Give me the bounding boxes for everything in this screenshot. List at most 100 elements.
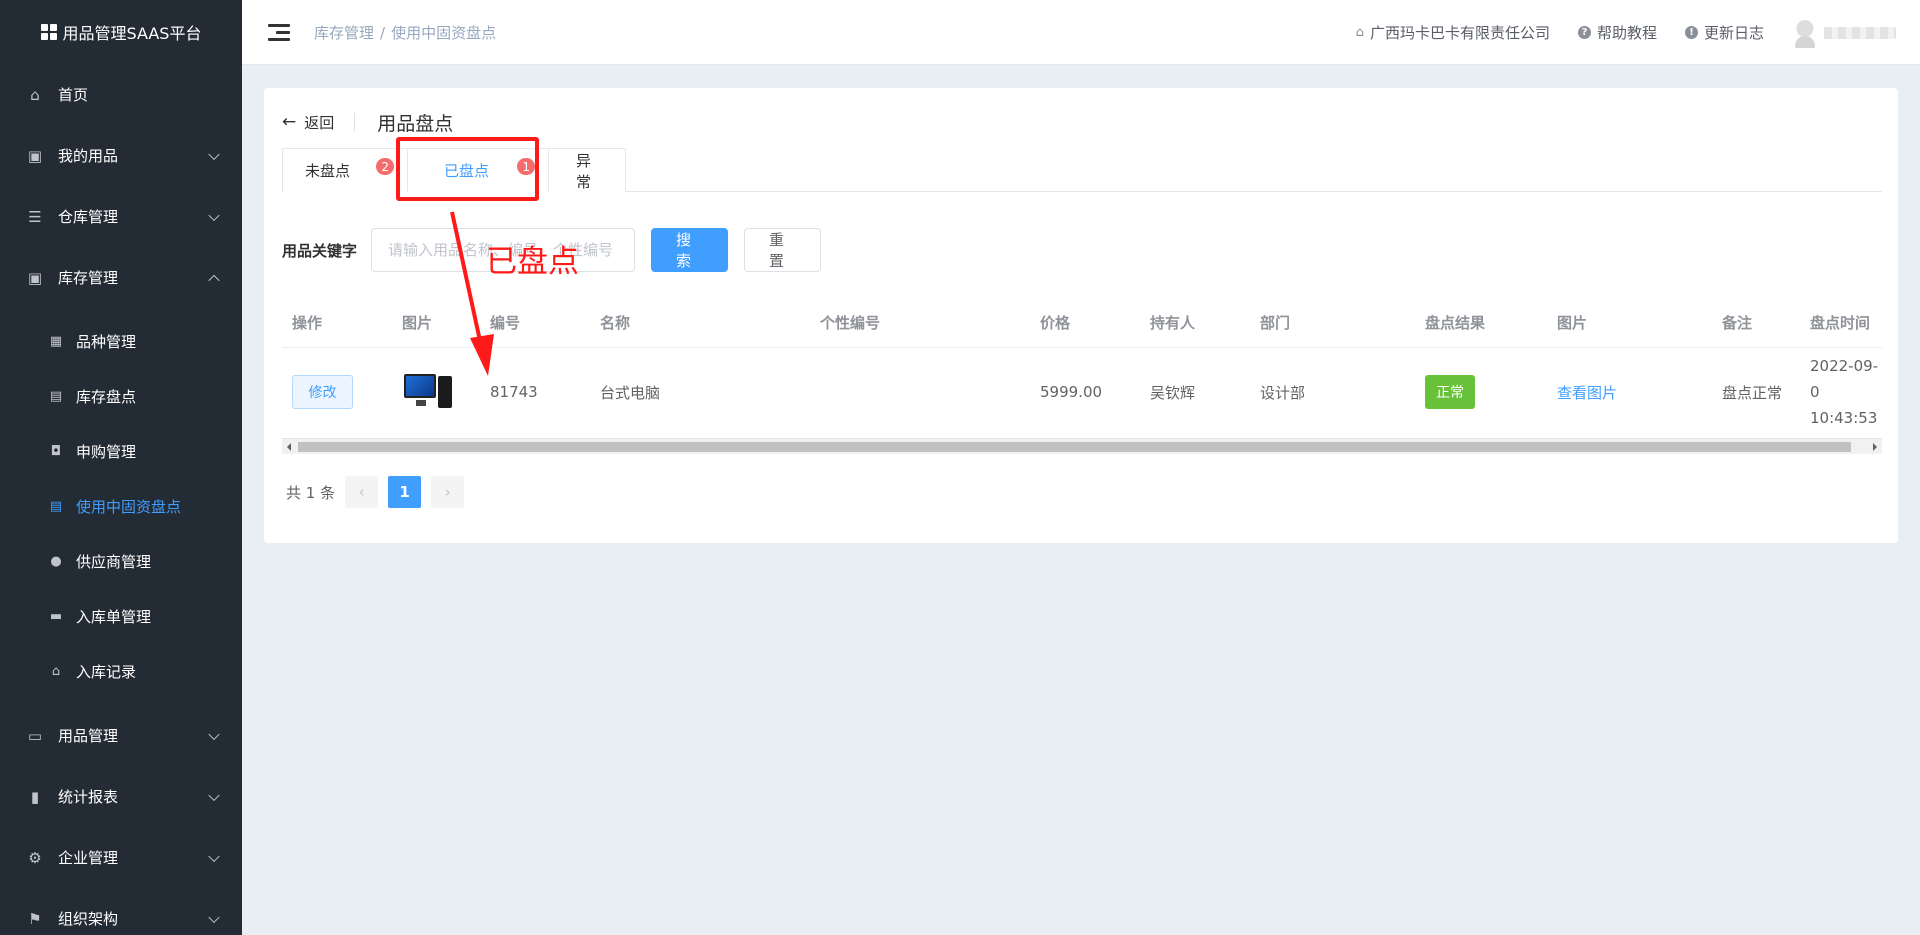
inventory-submenu: ▦ 品种管理 ▤ 库存盘点 ◘ 申购管理 ▤ 使用中固资盘点 ● 供应商管理 ▬… — [0, 308, 242, 705]
sidebar-item-label: 统计报表 — [58, 788, 119, 806]
inbox-icon: ▭ — [27, 726, 43, 745]
chevron-down-icon — [208, 850, 220, 862]
cell-price: 5999.00 — [1040, 383, 1103, 401]
column-header: 盘点时间 — [1810, 314, 1871, 332]
cell-result: 正常 — [1415, 375, 1547, 409]
column-header: 图片 — [1557, 314, 1588, 332]
sidebar-subitem-purchase[interactable]: ◘ 申购管理 — [0, 424, 242, 479]
scroll-left-icon[interactable] — [287, 443, 291, 451]
changelog-link[interactable]: ! 更新日志 — [1684, 22, 1764, 43]
cell-name: 台式电脑 — [600, 383, 661, 402]
help-link[interactable]: ? 帮助教程 — [1577, 22, 1657, 43]
sidebar-subitem-label: 供应商管理 — [76, 553, 152, 571]
annotation-highlight-box — [396, 137, 539, 201]
menu-toggle-icon[interactable] — [268, 23, 290, 41]
next-page-button[interactable]: › — [431, 476, 465, 508]
chevron-down-icon — [208, 728, 220, 740]
view-image-link[interactable]: 查看图片 — [1557, 384, 1617, 402]
sidebar-subitem-label: 品种管理 — [76, 333, 137, 351]
arrow-left-icon: ← — [282, 112, 297, 132]
inbox-icon: ▬ — [49, 609, 63, 624]
sidebar-item-warehouse[interactable]: ☰ 仓库管理 — [0, 186, 242, 247]
back-label: 返回 — [304, 113, 335, 132]
sidebar-subitem-asset-check[interactable]: ▤ 使用中固资盘点 — [0, 479, 242, 534]
user-menu[interactable] — [1792, 17, 1896, 48]
column-header: 名称 — [600, 314, 631, 332]
home-icon: ⌂ — [30, 85, 40, 104]
prev-page-button[interactable]: ‹ — [345, 476, 379, 508]
cell-code: 81743 — [490, 383, 538, 401]
sidebar-item-my-supplies[interactable]: ▣ 我的用品 — [0, 125, 242, 186]
column-header: 盘点结果 — [1425, 314, 1486, 332]
cell-action: 修改 — [282, 375, 392, 409]
check-time: 2022-09-0 10:43:53 — [1810, 353, 1882, 431]
page-title: 用品盘点 — [377, 112, 454, 135]
search-label: 用品关键字 — [282, 241, 358, 260]
sidebar-item-label: 组织架构 — [58, 910, 119, 928]
document-icon: ▤ — [49, 389, 63, 404]
pagination: 共 1 条 ‹ 1 › — [286, 476, 465, 508]
info-icon: ? — [1577, 26, 1591, 39]
header-right: ⌂ 广西玛卡巴卡有限责任公司 ? 帮助教程 ! 更新日志 — [1356, 0, 1896, 65]
reset-button[interactable]: 重置 — [744, 228, 822, 272]
cell-remark: 盘点正常 — [1722, 383, 1783, 402]
sidebar-item-organization[interactable]: ⚑ 组织架构 — [0, 888, 242, 935]
sidebar-subitem-receipt-records[interactable]: ⌂ 入库记录 — [0, 644, 242, 699]
sidebar-item-inventory[interactable]: ▣ 库存管理 — [0, 247, 242, 308]
edit-button[interactable]: 修改 — [292, 375, 353, 409]
tab-label: 未盘点 — [305, 162, 351, 180]
annotation-label: 已盘点 — [486, 244, 579, 280]
sidebar-subitem-receipts[interactable]: ▬ 入库单管理 — [0, 589, 242, 644]
sidebar-subitem-label: 库存盘点 — [76, 388, 137, 406]
cell-image-link: 查看图片 — [1547, 382, 1712, 403]
scroll-right-icon[interactable] — [1873, 443, 1877, 451]
sidebar-item-label: 用品管理 — [58, 727, 119, 745]
breadcrumb-item[interactable]: 库存管理 — [314, 24, 374, 42]
company-name: 广西玛卡巴卡有限责任公司 — [1369, 24, 1550, 42]
sidebar-subitem-suppliers[interactable]: ● 供应商管理 — [0, 534, 242, 589]
sidebar-subitem-stocktake[interactable]: ▤ 库存盘点 — [0, 369, 242, 424]
sidebar-subitem-categories[interactable]: ▦ 品种管理 — [0, 314, 242, 369]
scrollbar-thumb[interactable] — [298, 442, 1851, 452]
grid-logo-icon — [40, 24, 57, 40]
document-icon: ▤ — [49, 499, 63, 514]
column-header: 部门 — [1260, 314, 1291, 332]
total-count: 共 1 条 — [286, 483, 336, 502]
user-icon: ● — [50, 554, 62, 569]
sidebar-subitem-label: 入库记录 — [76, 663, 137, 681]
check-date: 2022-09-0 — [1810, 357, 1879, 401]
page-number-button[interactable]: 1 — [388, 476, 422, 508]
sidebar-item-label: 企业管理 — [58, 849, 119, 867]
status-badge: 正常 — [1425, 375, 1475, 409]
sidebar-subitem-label: 入库单管理 — [76, 608, 152, 626]
gear-icon: ⚙ — [28, 848, 42, 867]
back-button[interactable]: ← 返回 — [282, 112, 356, 132]
shopping-bag-icon: ◘ — [50, 444, 62, 459]
tab-unchecked[interactable]: 未盘点 2 — [282, 148, 408, 192]
company-link[interactable]: ⌂ 广西玛卡巴卡有限责任公司 — [1356, 22, 1550, 43]
sidebar-item-enterprise[interactable]: ⚙ 企业管理 — [0, 827, 242, 888]
app-title: 用品管理SAAS平台 — [62, 24, 202, 43]
breadcrumb-item-current: 使用中固资盘点 — [391, 23, 497, 42]
sidebar-item-reports[interactable]: ▮ 统计报表 — [0, 766, 242, 827]
search-button[interactable]: 搜索 — [651, 228, 729, 272]
bar-chart-icon: ▮ — [30, 787, 40, 806]
column-header: 持有人 — [1150, 314, 1196, 332]
sidebar-item-home[interactable]: ⌂ 首页 — [0, 64, 242, 125]
table-header: 操作 图片 编号 名称 个性编号 价格 持有人 部门 盘点结果 图片 备注 盘点… — [282, 298, 1882, 348]
sidebar-item-supplies-mgmt[interactable]: ▭ 用品管理 — [0, 705, 242, 766]
count-badge: 2 — [375, 157, 395, 176]
horizontal-scrollbar[interactable] — [282, 438, 1882, 454]
tab-label: 异常 — [576, 151, 592, 191]
tab-abnormal[interactable]: 异常 — [548, 148, 626, 192]
sidebar-subitem-label: 申购管理 — [76, 443, 137, 461]
page-header: ← 返回 用品盘点 — [282, 106, 453, 138]
sidebar: 用品管理SAAS平台 ⌂ 首页 ▣ 我的用品 ☰ 仓库管理 ▣ 库存管理 ▦ 品… — [0, 0, 242, 935]
chevron-down-icon — [208, 911, 220, 923]
cell-time: 2022-09-0 10:43:53 — [1800, 353, 1882, 431]
cell-holder: 吴钦辉 — [1150, 383, 1196, 402]
app-logo[interactable]: 用品管理SAAS平台 — [0, 0, 242, 64]
sidebar-item-label: 仓库管理 — [58, 208, 119, 226]
home-icon: ⌂ — [51, 664, 61, 679]
bag-icon: ▣ — [27, 268, 43, 287]
